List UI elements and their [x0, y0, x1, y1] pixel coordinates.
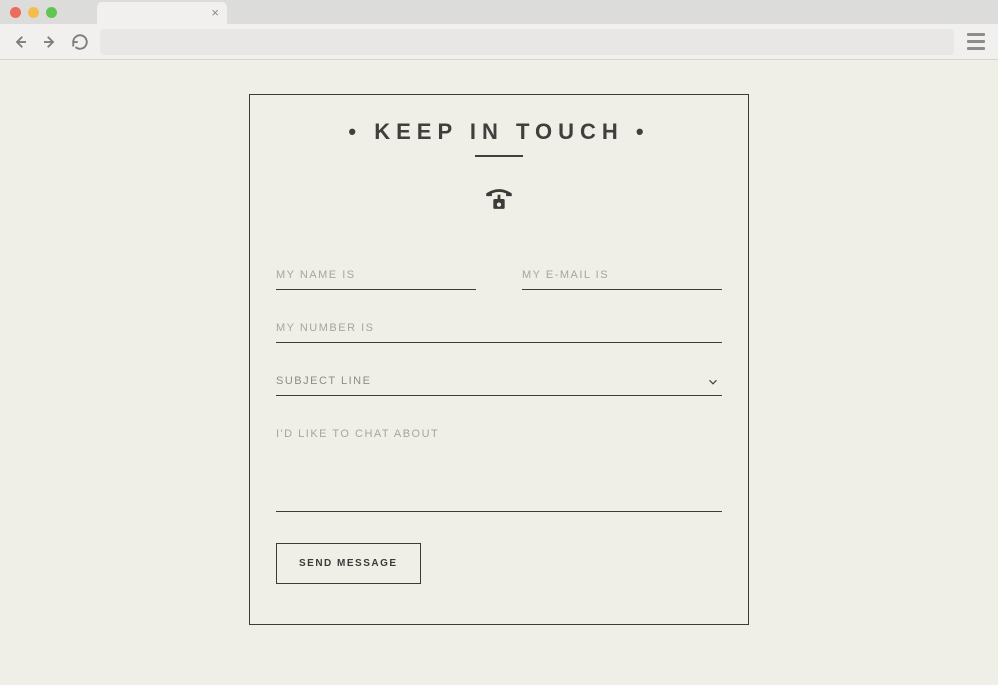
- close-tab-icon[interactable]: ×: [211, 6, 219, 19]
- hamburger-icon: [967, 33, 985, 36]
- forward-button[interactable]: [40, 32, 60, 52]
- send-message-button[interactable]: SEND MESSAGE: [276, 543, 421, 584]
- number-input[interactable]: [276, 316, 722, 343]
- minimize-window-button[interactable]: [28, 7, 39, 18]
- close-window-button[interactable]: [10, 7, 21, 18]
- maximize-window-button[interactable]: [46, 7, 57, 18]
- menu-button[interactable]: [964, 30, 988, 54]
- window-controls: [10, 7, 57, 18]
- page-content: • KEEP IN TOUCH •: [0, 60, 998, 685]
- heading-rule: [475, 155, 523, 157]
- email-input[interactable]: [522, 263, 722, 290]
- back-button[interactable]: [10, 32, 30, 52]
- browser-toolbar: [0, 24, 998, 60]
- contact-form: SUBJECT LINE SEND MESSAGE: [276, 263, 722, 584]
- address-bar[interactable]: [100, 29, 954, 55]
- arrow-right-icon: [41, 33, 59, 51]
- reload-button[interactable]: [70, 32, 90, 52]
- message-textarea[interactable]: [276, 422, 722, 512]
- browser-tab[interactable]: ×: [97, 2, 227, 24]
- arrow-left-icon: [11, 33, 29, 51]
- vintage-phone-icon: [482, 185, 516, 213]
- subject-select-label: SUBJECT LINE: [276, 369, 722, 396]
- name-input[interactable]: [276, 263, 476, 290]
- tab-bar: ×: [0, 0, 998, 24]
- card-heading: • KEEP IN TOUCH •: [276, 119, 722, 145]
- contact-card: • KEEP IN TOUCH •: [249, 94, 749, 625]
- phone-illustration: [276, 185, 722, 213]
- reload-icon: [71, 33, 89, 51]
- browser-window: × • KEEP IN TOUCH •: [0, 0, 998, 685]
- subject-select[interactable]: SUBJECT LINE: [276, 369, 722, 396]
